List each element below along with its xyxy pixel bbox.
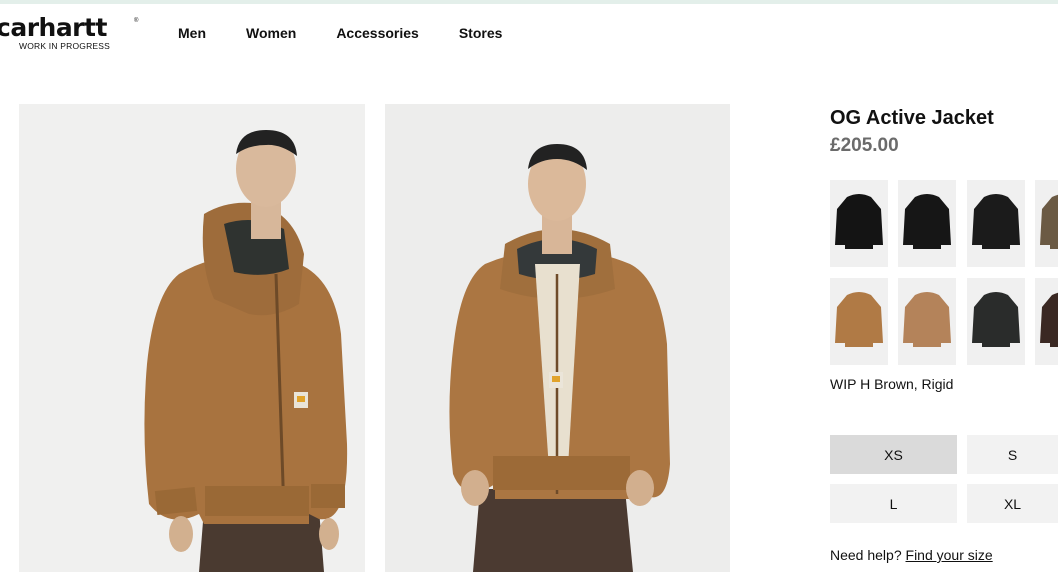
nav-item-women[interactable]: Women — [246, 25, 296, 41]
jacket-thumbnail-icon — [1040, 194, 1058, 249]
size-option-l[interactable]: L — [830, 484, 957, 523]
find-your-size-link[interactable]: Find your size — [906, 547, 993, 563]
jacket-thumbnail-icon — [903, 292, 951, 347]
brand-wordmark: carhartt — [0, 13, 107, 42]
jacket-thumbnail-icon — [972, 194, 1020, 249]
nav-item-stores[interactable]: Stores — [459, 25, 503, 41]
product-title: OG Active Jacket — [830, 107, 994, 129]
jacket-thumbnail-icon — [972, 292, 1020, 347]
model-illustration-1 — [144, 130, 348, 572]
top-accent-line — [0, 0, 1058, 4]
swatch-hamilton-brown[interactable] — [830, 278, 888, 365]
jacket-thumbnail-icon — [903, 194, 951, 249]
main-nav: Men Women Accessories Stores — [178, 25, 542, 41]
nav-item-men[interactable]: Men — [178, 25, 206, 41]
swatch-black-1[interactable] — [830, 180, 888, 267]
size-help-text: Need help? — [830, 547, 902, 563]
swatch-dark-grey[interactable] — [967, 278, 1025, 365]
swatch-camo[interactable] — [1035, 180, 1058, 267]
product-image-2[interactable] — [385, 104, 730, 572]
registered-mark: ® — [134, 18, 139, 24]
size-option-xs[interactable]: XS — [830, 435, 957, 474]
product-image-1[interactable] — [19, 104, 365, 572]
swatch-dark-brown[interactable] — [1035, 278, 1058, 365]
size-help: Need help? Find your size — [830, 547, 993, 563]
brand-tagline: WORK IN PROGRESS — [19, 41, 111, 51]
selected-color-name: WIP H Brown, Rigid — [830, 376, 954, 392]
swatch-light-brown[interactable] — [898, 278, 956, 365]
jacket-thumbnail-icon — [835, 292, 883, 347]
swatch-black-3[interactable] — [967, 180, 1025, 267]
nav-item-accessories[interactable]: Accessories — [336, 25, 419, 41]
model-illustration-2 — [449, 144, 670, 572]
size-option-s[interactable]: S — [967, 435, 1058, 474]
product-price: £205.00 — [830, 135, 899, 156]
size-option-xl[interactable]: XL — [967, 484, 1058, 523]
jacket-thumbnail-icon — [835, 194, 883, 249]
swatch-black-2[interactable] — [898, 180, 956, 267]
jacket-thumbnail-icon — [1040, 292, 1058, 347]
brand-logo[interactable]: carhartt ® WORK IN PROGRESS — [0, 14, 146, 54]
